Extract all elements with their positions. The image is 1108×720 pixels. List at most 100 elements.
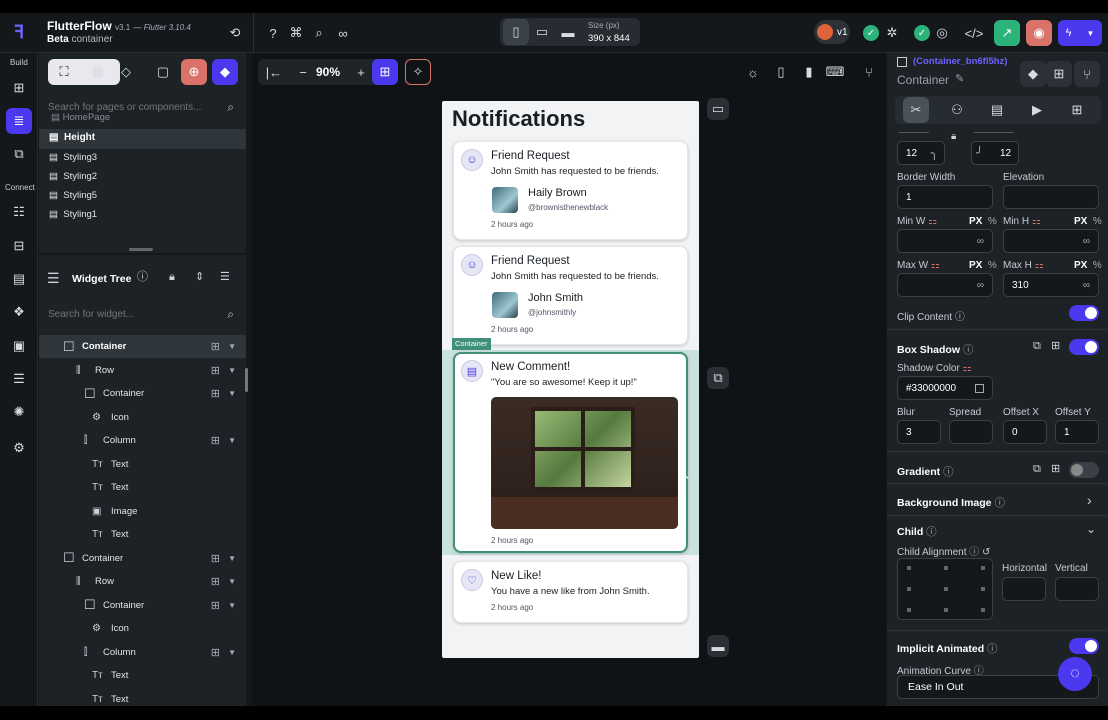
diamond-icon[interactable]: ◆ [1020, 61, 1046, 87]
pages-tab-icon[interactable]: ⛶ [51, 59, 77, 85]
horizontal-field[interactable] [1002, 577, 1046, 601]
unit-pct[interactable]: % [1093, 260, 1102, 271]
reset-icon[interactable]: ↺ [982, 547, 990, 558]
tree-row[interactable]: ⫼ Row ⊞ ▼ [39, 570, 246, 593]
bug-icon[interactable]: ✲ [879, 20, 905, 46]
alignment-dot[interactable] [944, 587, 948, 591]
vertical-field[interactable] [1055, 577, 1099, 601]
unit-px[interactable]: PX [1074, 260, 1087, 271]
theme-icon[interactable]: ☰ [6, 366, 32, 392]
sort-icon[interactable]: ☰ [220, 272, 230, 283]
min-w-field[interactable]: ∞ [897, 229, 993, 253]
unit-pct[interactable]: % [988, 216, 997, 227]
caret-down-icon[interactable]: ▼ [228, 389, 236, 398]
tree-row[interactable]: ⫿ Column ⊞ ▼ [39, 429, 246, 452]
info-icon[interactable]: ⓘ [969, 547, 979, 558]
lock-icon[interactable]: 🔒︎ [169, 272, 175, 283]
page-item[interactable]: ▤ Height [49, 132, 95, 143]
tree-row[interactable]: Tт Text [39, 688, 246, 707]
zoom-out-icon[interactable]: − [290, 59, 316, 85]
add-page-icon[interactable]: ⊕ [181, 59, 207, 85]
clip-content-toggle[interactable] [1069, 305, 1099, 321]
media-icon[interactable]: ▣ [6, 333, 32, 359]
unit-px[interactable]: PX [1074, 216, 1087, 227]
widget-search[interactable]: ⌕ [48, 303, 238, 325]
tree-row[interactable]: ☐ Container ⊞ ▼ [39, 594, 246, 617]
animation-tab-icon[interactable]: ▶ [1024, 97, 1050, 123]
page-item[interactable]: ▤ Styling3 [49, 152, 97, 163]
add-child-icon[interactable]: ⊞ [1046, 61, 1072, 87]
tree-row[interactable]: ☐ Container ⊞ ▼ [39, 547, 246, 570]
implicit-animated-toggle[interactable] [1069, 638, 1099, 654]
expand-icon[interactable]: ⇕ [195, 272, 204, 283]
copy-icon[interactable]: ⧉ [707, 367, 729, 389]
tree-scrollbar[interactable] [245, 368, 248, 392]
zoom-in-icon[interactable]: + [348, 59, 374, 85]
add-child-icon[interactable]: ⊞ [211, 552, 220, 565]
unit-pct[interactable]: % [1093, 216, 1102, 227]
radius-top-left-field[interactable]: 12 ╮ [897, 141, 945, 165]
tree-row[interactable]: ⚙ Icon [39, 617, 246, 640]
notification-card[interactable]: ☺ Friend Request John Smith has requeste… [453, 141, 688, 240]
storyboard-icon[interactable]: ⧉ [6, 141, 32, 167]
api-icon[interactable]: ⊟ [6, 233, 32, 259]
alignment-dot[interactable] [907, 608, 911, 612]
resize-handle-top-icon[interactable]: ▭ [707, 98, 729, 120]
notification-card[interactable]: ☺ Friend Request John Smith has requeste… [453, 246, 688, 345]
add-child-icon[interactable]: ⊞ [211, 364, 220, 377]
tree-row[interactable]: ▣ Image [39, 500, 246, 523]
add-child-icon[interactable]: ⊞ [211, 434, 220, 447]
open-external-icon[interactable]: ↗ [994, 20, 1020, 46]
collapse-panel-icon[interactable]: |← [261, 59, 287, 85]
tree-row[interactable]: Tт Text [39, 664, 246, 687]
background-image-label[interactable]: Background Image ⓘ [897, 495, 1005, 510]
variable-icon[interactable]: ⚏ [1035, 260, 1044, 271]
info-icon[interactable]: ⓘ [963, 344, 974, 356]
tablet-preview-icon[interactable]: ▮ [796, 59, 822, 85]
paste-icon[interactable]: ⊞ [1051, 464, 1060, 475]
chat-support-button[interactable]: ◌ [1058, 657, 1092, 691]
add-widget-icon[interactable]: ⊞ [6, 75, 32, 101]
diamond-icon[interactable]: ◆ [212, 59, 238, 85]
chat-icon[interactable]: ◎ [929, 20, 955, 46]
preview-eye-icon[interactable]: ◉ [1026, 20, 1052, 46]
properties-tab-icon[interactable]: ✂ [903, 97, 929, 123]
wrap-icon[interactable]: ⑂ [1074, 61, 1100, 87]
info-icon[interactable]: ⓘ [987, 643, 998, 655]
tree-row[interactable]: Tт Text [39, 453, 246, 476]
caret-down-icon[interactable]: ▼ [228, 648, 236, 657]
chevron-right-icon[interactable]: › [1087, 493, 1092, 507]
tree-row[interactable]: Tт Text [39, 523, 246, 546]
firebase-icon[interactable]: ✺ [6, 399, 32, 425]
tree-row[interactable]: Tт Text [39, 476, 246, 499]
info-icon[interactable]: ⓘ [137, 272, 148, 283]
add-child-icon[interactable]: ⊞ [211, 646, 220, 659]
add-child-icon[interactable]: ⊞ [211, 599, 220, 612]
blur-field[interactable]: 3 [897, 420, 941, 444]
backend-tab-icon[interactable]: ▤ [984, 97, 1010, 123]
add-widget-canvas-icon[interactable]: ⊞ [372, 59, 398, 85]
zoom-level[interactable]: 90% [316, 65, 340, 79]
lock-icon[interactable]: 🔒︎ [951, 132, 956, 142]
document-icon[interactable]: ▤ [6, 266, 32, 292]
integrations-icon[interactable]: ❖ [6, 299, 32, 325]
add-child-icon[interactable]: ⊞ [211, 575, 220, 588]
edit-icon[interactable]: ✎ [955, 74, 964, 85]
add-child-icon[interactable]: ⊞ [211, 387, 220, 400]
bottom-bar-icon[interactable]: ▬ [707, 635, 729, 657]
chevron-down-icon[interactable]: ⌄ [1086, 523, 1096, 535]
shadow-color-field[interactable]: #33000000 [897, 376, 993, 400]
alignment-dot[interactable] [907, 587, 911, 591]
alignment-dot[interactable] [981, 608, 985, 612]
run-button[interactable]: ϟ ▼ [1058, 20, 1102, 46]
min-h-field[interactable]: ∞ [1003, 229, 1099, 253]
variable-icon[interactable]: ⚏ [963, 363, 972, 374]
caret-down-icon[interactable]: ▼ [228, 554, 236, 563]
tree-toggle-icon[interactable]: ⑂ [856, 59, 882, 85]
unit-px[interactable]: PX [969, 216, 982, 227]
phone-preview-icon[interactable]: ▯ [768, 59, 794, 85]
info-icon[interactable]: ⓘ [955, 312, 965, 323]
alignment-dot[interactable] [907, 566, 911, 570]
info-icon[interactable]: ⓘ [926, 526, 937, 538]
child-label[interactable]: Child ⓘ [897, 524, 937, 539]
